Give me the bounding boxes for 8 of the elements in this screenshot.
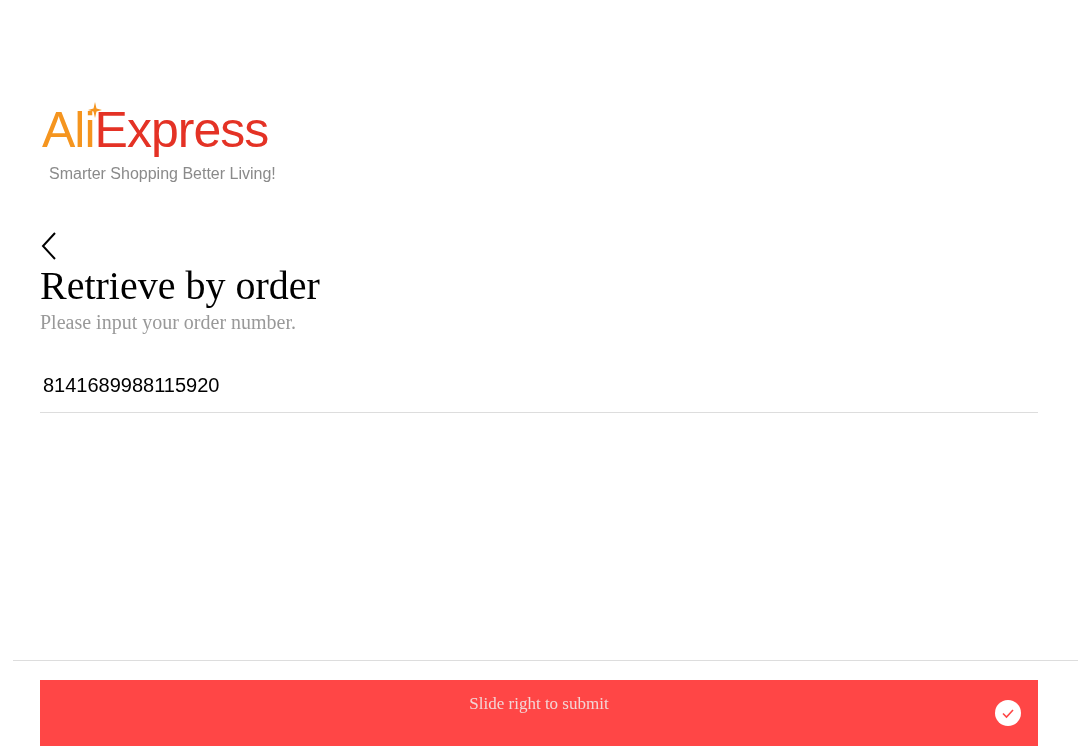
check-handle-icon[interactable]	[995, 700, 1021, 726]
page-title: Retrieve by order	[40, 262, 320, 310]
order-number-field[interactable]: 8141689988115920	[40, 366, 1038, 413]
back-icon[interactable]	[40, 232, 58, 260]
logo: AliExpress	[42, 101, 269, 160]
logo-tagline: Smarter Shopping Better Living!	[49, 164, 276, 184]
slider-label: Slide right to submit	[469, 694, 609, 714]
page-subtitle: Please input your order number.	[40, 310, 297, 334]
